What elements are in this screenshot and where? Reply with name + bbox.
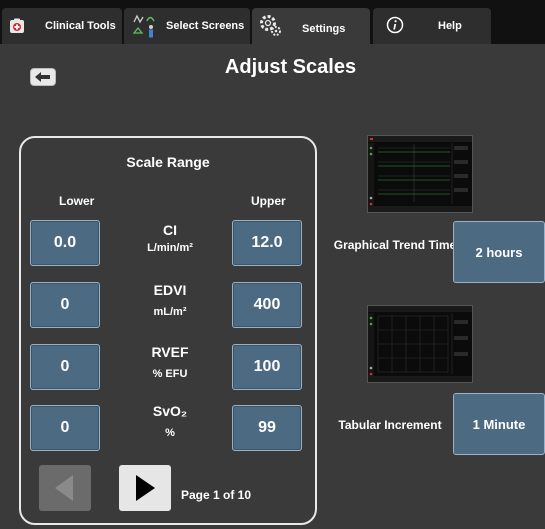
edvi-upper-button[interactable]: 400 xyxy=(232,282,302,328)
param-unit: mL/m² xyxy=(153,306,187,318)
tab-help[interactable]: Help xyxy=(373,8,491,44)
triangle-left-icon xyxy=(55,475,73,501)
lower-header: Lower xyxy=(59,194,95,208)
tab-select-screens[interactable]: Select Screens xyxy=(124,8,250,44)
scale-range-title: Scale Range xyxy=(126,154,210,170)
param-unit: % xyxy=(165,427,175,439)
tab-label: Select Screens xyxy=(166,20,245,32)
svo2-parameter: SvO₂ % xyxy=(115,402,225,442)
graphical-trend-preview xyxy=(367,135,473,213)
param-name: EDVI xyxy=(153,282,187,298)
tab-label: Help xyxy=(438,20,462,32)
rvef-upper-button[interactable]: 100 xyxy=(232,344,302,390)
edvi-lower-button[interactable]: 0 xyxy=(30,282,100,328)
rvef-parameter: RVEF % EFU xyxy=(115,343,225,383)
next-page-button[interactable] xyxy=(119,465,171,511)
previous-page-button[interactable] xyxy=(39,465,91,511)
triangle-right-icon xyxy=(136,475,155,501)
graphical-trend-thumbnail xyxy=(368,136,472,212)
ci-lower-button[interactable]: 0.0 xyxy=(30,220,100,266)
param-name: RVEF xyxy=(151,344,189,360)
tab-label: Clinical Tools xyxy=(45,20,116,32)
upper-header: Upper xyxy=(251,194,286,208)
tabular-increment-button[interactable]: 1 Minute xyxy=(453,393,545,455)
page-title: Adjust Scales xyxy=(224,56,357,78)
param-name: CI xyxy=(163,222,177,238)
tabular-trend-thumbnail xyxy=(368,306,472,382)
ci-upper-button[interactable]: 12.0 xyxy=(232,220,302,266)
param-unit: L/min/m² xyxy=(147,242,193,254)
svo2-lower-button[interactable]: 0 xyxy=(30,405,100,451)
settings-gear-icon xyxy=(260,15,281,36)
edvi-parameter: EDVI mL/m² xyxy=(115,281,225,321)
tab-clinical-tools[interactable]: Clinical Tools xyxy=(2,8,122,44)
page-indicator: Page 1 of 10 xyxy=(181,488,252,502)
select-screens-icon xyxy=(132,14,155,38)
trend-time-label: Graphical Trend Time xyxy=(333,238,457,252)
clinical-tools-icon xyxy=(10,18,24,33)
tab-settings[interactable]: Settings xyxy=(252,8,370,44)
param-name: SvO₂ xyxy=(152,403,188,419)
scale-range-panel: Scale Range Lower Upper 0.0 CI L/min/m² … xyxy=(19,136,317,525)
svo2-upper-button[interactable]: 99 xyxy=(232,405,302,451)
ci-parameter: CI L/min/m² xyxy=(115,221,225,257)
info-icon xyxy=(386,16,404,34)
rvef-lower-button[interactable]: 0 xyxy=(30,344,100,390)
tab-label: Settings xyxy=(302,23,346,35)
top-nav-bar: Clinical Tools Select Screens Settings H… xyxy=(0,0,545,44)
trend-time-button[interactable]: 2 hours xyxy=(453,221,545,283)
tabular-increment-label: Tabular Increment xyxy=(338,418,442,432)
param-unit: % EFU xyxy=(152,368,188,380)
tabular-trend-preview xyxy=(367,305,473,383)
